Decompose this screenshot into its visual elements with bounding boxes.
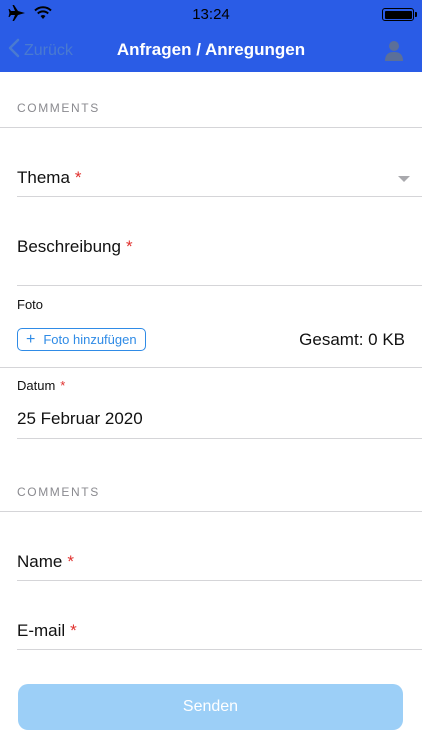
divider: [0, 127, 422, 128]
send-button-label: Senden: [182, 698, 239, 715]
name-label: Name: [17, 552, 63, 571]
datum-label: Datum: [17, 378, 56, 393]
nav-bar: Zurück Anfragen / Anregungen: [0, 28, 422, 72]
date-field[interactable]: 25 Februar 2020: [17, 409, 143, 429]
divider: [0, 367, 422, 368]
datum-field-label: Datum *: [17, 378, 65, 393]
beschreibung-field[interactable]: Beschreibung *: [17, 237, 133, 257]
divider: [17, 285, 422, 286]
add-photo-label: Foto hinzufügen: [43, 332, 137, 347]
total-size: Gesamt: 0 KB: [299, 330, 405, 349]
divider: [0, 511, 422, 512]
chevron-down-icon[interactable]: [398, 176, 410, 182]
divider: [17, 196, 422, 197]
add-photo-button[interactable]: + Foto hinzufügen: [17, 328, 146, 351]
status-time: 13:24: [192, 6, 230, 23]
required-marker: *: [60, 378, 66, 393]
divider: [17, 580, 422, 581]
email-label: E-mail: [17, 621, 66, 640]
thema-label: Thema: [17, 168, 70, 187]
required-marker: *: [67, 552, 74, 571]
email-field[interactable]: E-mail *: [17, 621, 77, 641]
divider: [17, 649, 422, 650]
divider: [17, 438, 422, 439]
thema-field[interactable]: Thema *: [17, 168, 82, 188]
battery-icon: [382, 8, 417, 21]
send-button[interactable]: Senden: [18, 684, 403, 730]
beschreibung-label: Beschreibung: [17, 237, 121, 256]
required-marker: *: [70, 621, 77, 640]
required-marker: *: [125, 237, 133, 256]
plus-icon: +: [26, 330, 36, 348]
section-header-comments-2: COMMENTS: [17, 485, 100, 499]
required-marker: *: [74, 168, 82, 187]
user-icon[interactable]: [384, 39, 404, 61]
foto-label: Foto: [17, 297, 44, 312]
page-title: Anfragen / Anregungen: [116, 40, 306, 59]
section-header-comments: COMMENTS: [17, 101, 100, 115]
status-bar: 13:24: [0, 0, 422, 28]
name-field[interactable]: Name *: [17, 552, 74, 572]
